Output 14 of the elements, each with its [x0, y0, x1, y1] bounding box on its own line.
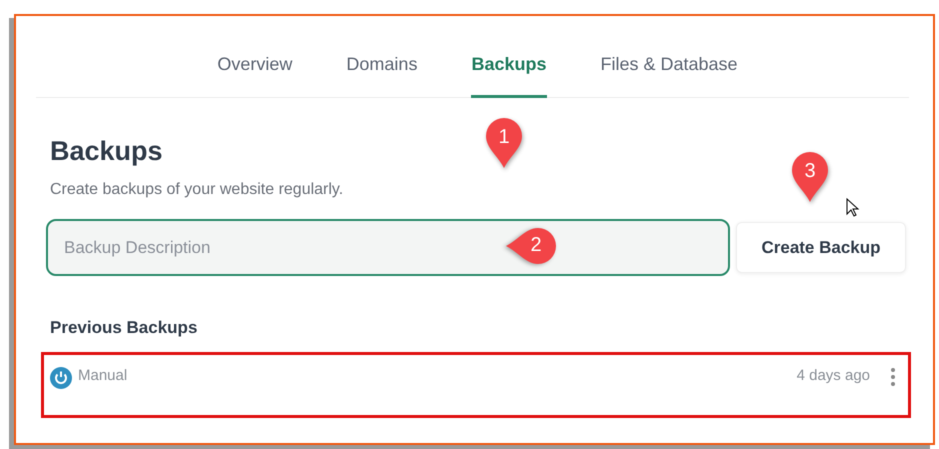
nav-tab[interactable]: Overview: [217, 54, 292, 98]
page-subtitle: Create backups of your website regularly.: [50, 181, 344, 199]
backup-time: 4 days ago: [796, 367, 870, 384]
nav-tab[interactable]: Domains: [346, 54, 418, 98]
cursor-icon: [846, 198, 860, 218]
create-backup-button[interactable]: Create Backup: [736, 222, 906, 273]
marker-number: 3: [803, 160, 817, 183]
marker-number: 1: [497, 126, 511, 149]
nav-tab[interactable]: Backups: [471, 54, 546, 98]
more-icon[interactable]: [890, 367, 896, 387]
nav-tab[interactable]: Files & Database: [600, 54, 738, 98]
section-title: Previous Backups: [50, 318, 198, 338]
power-icon: [50, 367, 72, 389]
backup-type: Manual: [78, 367, 128, 384]
